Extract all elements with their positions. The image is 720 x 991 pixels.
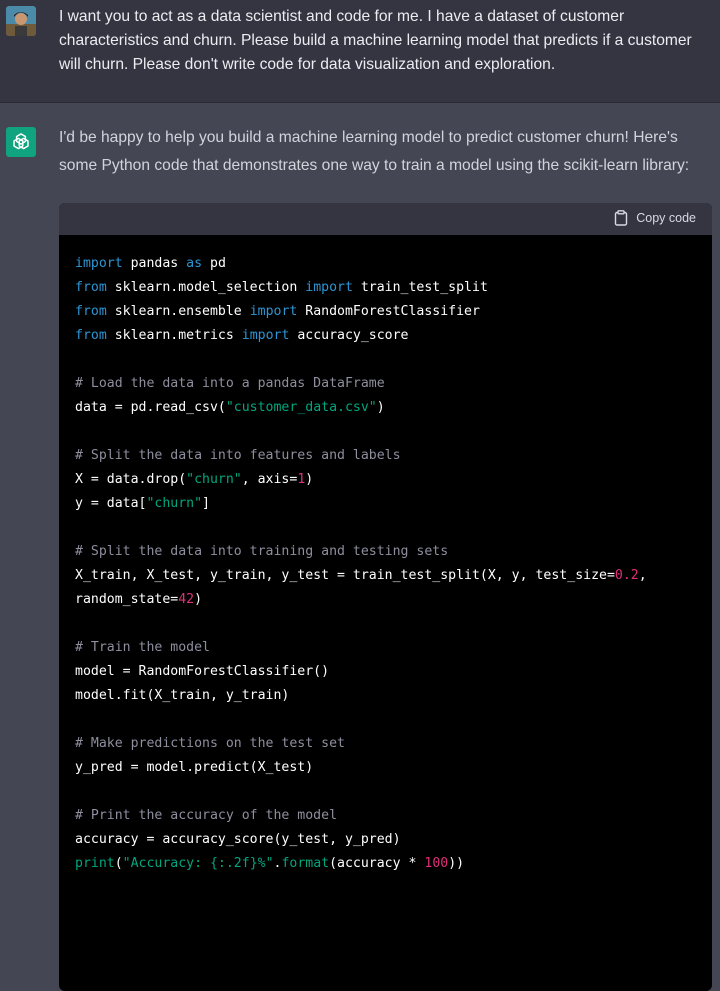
code-text: random_state= [75, 592, 179, 607]
code-comment: # Make predictions on the test set [75, 736, 345, 751]
code-line: model.fit(X_train, y_train) [75, 688, 290, 703]
code-comment: # Train the model [75, 640, 210, 655]
code-string: "Accuracy: {:.2f}%" [122, 856, 274, 871]
code-text: y = data[ [75, 496, 147, 511]
code-line: from sklearn.metrics import accuracy_sco… [75, 324, 712, 348]
code-number: 100 [424, 856, 449, 871]
code-keyword: import [241, 328, 290, 343]
code-string: "churn" [186, 472, 242, 487]
code-text: accuracy_score [289, 328, 409, 343]
code-text: )) [448, 856, 465, 871]
code-keyword: from [75, 328, 107, 343]
code-string: "customer_data.csv" [225, 400, 377, 415]
copy-code-button[interactable]: Copy code [614, 210, 696, 226]
code-keyword: as [186, 256, 203, 271]
code-text: , [638, 568, 647, 583]
copy-code-label: Copy code [636, 211, 696, 225]
code-comment: # Split the data into training and testi… [75, 544, 449, 559]
code-line: X = data.drop("churn", axis=1) [75, 468, 712, 492]
code-line: data = pd.read_csv("customer_data.csv") [75, 396, 712, 420]
user-message-text: I want you to act as a data scientist an… [59, 8, 692, 73]
code-string: "churn" [146, 496, 203, 511]
code-text: train_test_split [352, 280, 488, 295]
code-text: RandomForestClassifier [297, 304, 480, 319]
code-keyword: import [75, 256, 123, 271]
code-comment: # Split the data into features and label… [75, 448, 401, 463]
code-text: data = pd.read_csv( [75, 400, 226, 415]
code-builtin: print [75, 856, 115, 871]
code-content: import pandas as pd from sklearn.model_se… [59, 235, 712, 876]
openai-logo-icon [6, 127, 36, 157]
code-line: print("Accuracy: {:.2f}%".format(accurac… [75, 852, 712, 876]
user-avatar [6, 6, 36, 36]
code-block: Copy code import pandas as pd from sklear… [59, 203, 712, 991]
code-line: import pandas as pd [75, 252, 712, 276]
code-comment: # Load the data into a pandas DataFrame [75, 376, 385, 391]
code-keyword: import [305, 280, 353, 295]
code-line: random_state=42) [75, 588, 712, 612]
code-comment: # Print the accuracy of the model [75, 808, 338, 823]
code-text: pd [202, 256, 226, 271]
code-text: X = data.drop( [75, 472, 187, 487]
code-text: (accuracy * [329, 856, 425, 871]
assistant-message: I'd be happy to help you build a machine… [0, 103, 720, 991]
code-text: sklearn.ensemble [106, 304, 250, 319]
code-text: ( [114, 856, 123, 871]
code-number: 42 [178, 592, 195, 607]
code-builtin: format [281, 856, 330, 871]
code-text: ] [202, 496, 210, 511]
code-text: ) [305, 472, 314, 487]
clipboard-icon [615, 210, 628, 226]
code-line: from sklearn.ensemble import RandomFores… [75, 300, 712, 324]
code-text: sklearn.model_selection [106, 280, 306, 295]
code-line: accuracy = accuracy_score(y_test, y_pred… [75, 832, 401, 847]
code-line: model = RandomForestClassifier() [75, 664, 330, 679]
assistant-intro-text: I'd be happy to help you build a machine… [59, 129, 690, 174]
code-keyword: import [249, 304, 298, 319]
code-line: y_pred = model.predict(X_test) [75, 760, 314, 775]
code-keyword: from [75, 280, 107, 295]
code-text: ) [376, 400, 385, 415]
code-header: Copy code [59, 203, 712, 235]
code-text: , axis= [241, 472, 298, 487]
code-line: X_train, X_test, y_train, y_test = train… [75, 564, 712, 588]
code-text: X_train, X_test, y_train, y_test = train… [75, 568, 615, 583]
code-line: from sklearn.model_selection import trai… [75, 276, 712, 300]
code-line: y = data["churn"] [75, 492, 712, 516]
code-number: 0.2 [614, 568, 639, 583]
code-keyword: from [75, 304, 107, 319]
code-text: pandas [122, 256, 187, 271]
code-text: sklearn.metrics [106, 328, 242, 343]
user-message: I want you to act as a data scientist an… [0, 0, 720, 103]
code-text: ) [194, 592, 203, 607]
